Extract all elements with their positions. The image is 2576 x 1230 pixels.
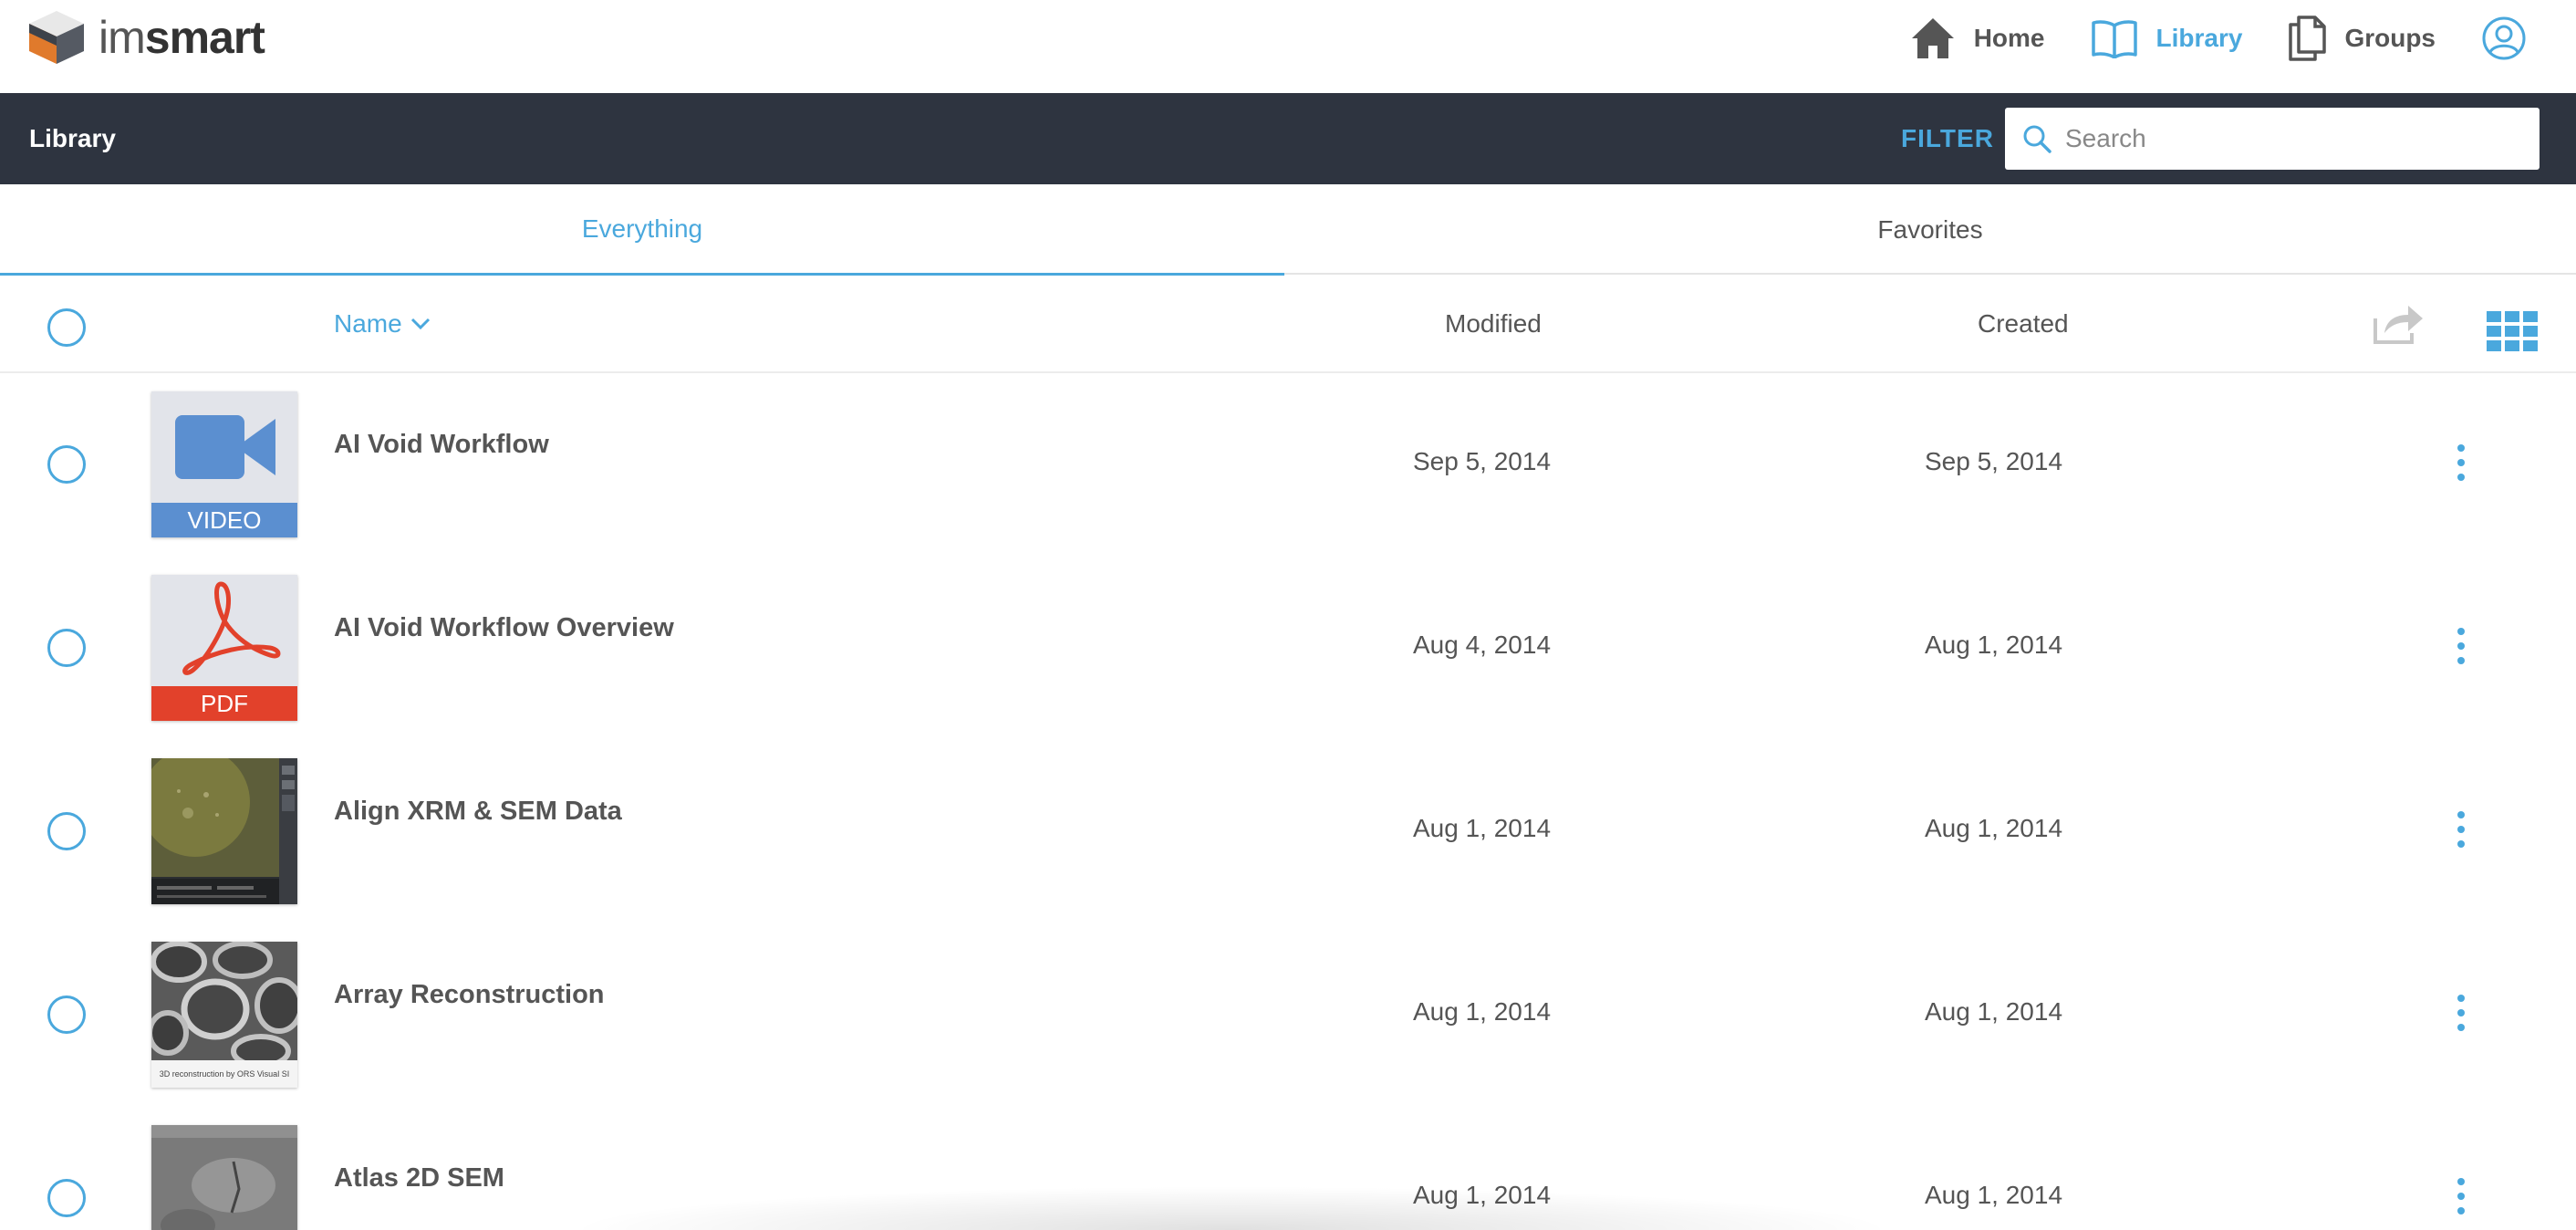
user-avatar-icon: [2482, 16, 2526, 60]
thumbnail-type-label: VIDEO: [151, 503, 297, 537]
cell-micrograph-image: [151, 942, 297, 1060]
thumbnail-image[interactable]: 3D reconstruction by ORS Visual SI: [151, 942, 297, 1088]
item-created: Aug 1, 2014: [1925, 997, 2063, 1026]
more-options-icon[interactable]: [2456, 995, 2467, 1031]
item-modified: Aug 1, 2014: [1413, 814, 1552, 842]
sem-image: [151, 1125, 297, 1230]
search-input[interactable]: [2065, 124, 2521, 153]
table-row[interactable]: Atlas 2D SEM Aug 1, 2014 Aug 1, 2014: [0, 1107, 2576, 1230]
thumbnail-image[interactable]: [151, 1125, 297, 1230]
row-checkbox[interactable]: [47, 1179, 86, 1217]
grid-view-icon[interactable]: [2487, 311, 2538, 351]
thumbnail-video[interactable]: VIDEO: [151, 391, 297, 537]
profile-button[interactable]: [2481, 16, 2545, 61]
tab-favorites[interactable]: Favorites: [1284, 184, 2576, 275]
video-camera-icon: [175, 415, 275, 479]
software-screenshot-image: [151, 758, 297, 904]
share-icon[interactable]: [2372, 302, 2425, 346]
row-checkbox[interactable]: [47, 445, 86, 484]
column-header: Name Modified Created: [0, 275, 2576, 373]
column-modified[interactable]: Modified: [1445, 309, 1542, 339]
logo-text: imsmart: [99, 12, 265, 63]
row-checkbox[interactable]: [47, 995, 86, 1034]
row-checkbox[interactable]: [47, 812, 86, 850]
select-all-checkbox[interactable]: [47, 308, 86, 347]
nav-home-label: Home: [1973, 24, 2045, 52]
filter-button[interactable]: FILTER: [1901, 124, 1994, 153]
table-row[interactable]: Align XRM & SEM Data Aug 1, 2014 Aug 1, …: [0, 740, 2576, 923]
sort-by-name[interactable]: Name: [334, 309, 431, 339]
search-box[interactable]: [2005, 108, 2540, 170]
page-title: Library: [29, 124, 116, 152]
home-icon: [1911, 18, 1954, 58]
item-modified: Aug 4, 2014: [1413, 631, 1552, 659]
item-name[interactable]: AI Void Workflow: [334, 430, 549, 460]
nav-home[interactable]: Home: [1910, 16, 2045, 60]
tab-bar: Everything Favorites: [0, 184, 2576, 276]
item-created: Aug 1, 2014: [1925, 1181, 2063, 1209]
tab-everything[interactable]: Everything: [0, 184, 1284, 276]
chevron-down-icon: [410, 318, 430, 330]
more-options-icon[interactable]: [2456, 628, 2467, 664]
item-name[interactable]: Align XRM & SEM Data: [334, 797, 622, 827]
more-options-icon[interactable]: [2456, 444, 2467, 481]
item-name[interactable]: AI Void Workflow Overview: [334, 613, 674, 643]
documents-icon: [2289, 16, 2327, 61]
item-created: Sep 5, 2014: [1925, 447, 2063, 475]
thumbnail-caption: 3D reconstruction by ORS Visual SI: [151, 1060, 297, 1088]
item-created: Aug 1, 2014: [1925, 631, 2063, 659]
open-book-icon: [2091, 20, 2137, 58]
table-row[interactable]: PDF AI Void Workflow Overview Aug 4, 201…: [0, 557, 2576, 740]
search-icon: [2023, 125, 2051, 153]
item-created: Aug 1, 2014: [1925, 814, 2063, 842]
top-nav: Home Library Groups: [1910, 0, 2576, 77]
top-bar: imsmart Home Library Groups: [0, 0, 2576, 93]
thumbnail-image[interactable]: [151, 758, 297, 904]
cube-logo-icon: [29, 11, 84, 64]
logo[interactable]: imsmart: [27, 9, 265, 66]
nav-library[interactable]: Library: [2091, 18, 2243, 58]
nav-library-label: Library: [2155, 24, 2243, 52]
nav-groups-label: Groups: [2344, 24, 2436, 52]
thumbnail-type-label: PDF: [151, 686, 297, 721]
table-row[interactable]: VIDEO AI Void Workflow Sep 5, 2014 Sep 5…: [0, 373, 2576, 557]
column-name-label: Name: [334, 309, 402, 338]
thumbnail-pdf[interactable]: PDF: [151, 575, 297, 721]
nav-groups[interactable]: Groups: [2288, 16, 2436, 61]
item-modified: Sep 5, 2014: [1413, 447, 1552, 475]
more-options-icon[interactable]: [2456, 1178, 2467, 1214]
row-checkbox[interactable]: [47, 629, 86, 667]
item-name[interactable]: Atlas 2D SEM: [334, 1163, 504, 1194]
item-name[interactable]: Array Reconstruction: [334, 980, 605, 1010]
library-header: Library FILTER: [0, 93, 2576, 184]
table-row[interactable]: 3D reconstruction by ORS Visual SI Array…: [0, 923, 2576, 1107]
item-modified: Aug 1, 2014: [1413, 997, 1552, 1026]
item-modified: Aug 1, 2014: [1413, 1181, 1552, 1209]
acrobat-pdf-icon: [182, 581, 281, 675]
more-options-icon[interactable]: [2456, 811, 2467, 848]
column-created[interactable]: Created: [1978, 309, 2069, 339]
